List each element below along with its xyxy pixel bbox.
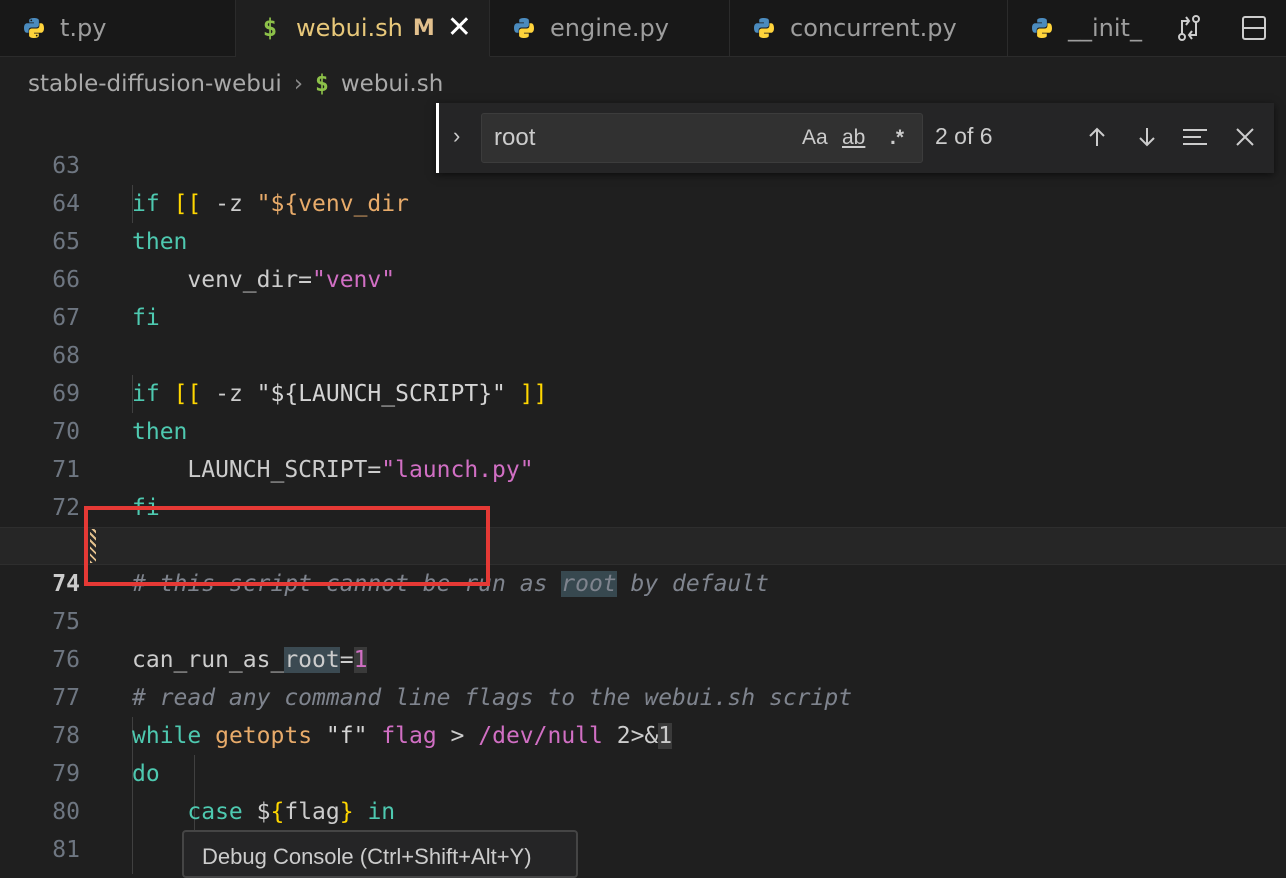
shell-dollar-icon: $ — [315, 71, 329, 97]
toggle-replace-chevron-icon[interactable]: › — [453, 123, 460, 149]
tab-label: webui.sh — [296, 14, 403, 42]
python-icon — [752, 16, 776, 40]
tab-concurrent-py[interactable]: concurrent.py — [730, 0, 1008, 56]
chevron-right-icon: › — [293, 71, 304, 97]
breadcrumb-file[interactable]: webui.sh — [341, 71, 443, 97]
regex-toggle[interactable]: .* — [890, 126, 904, 150]
tab-init-py[interactable]: __init_ — [1008, 0, 1168, 56]
split-editor-icon[interactable] — [1238, 12, 1270, 44]
editor-actions — [1156, 0, 1286, 56]
modified-indicator: M — [412, 15, 435, 41]
code-line: 70 LAUNCH_SCRIPT="launch.py" — [0, 375, 1286, 483]
highlight-annotation-box — [84, 506, 490, 586]
code-line: 72 — [0, 451, 1286, 521]
find-result-count: 2 of 6 — [935, 123, 993, 149]
breadcrumb-folder[interactable]: stable-diffusion-webui — [28, 71, 282, 97]
code-line: 65 venv_dir="venv" — [0, 185, 1286, 293]
tab-label: __init_ — [1068, 14, 1142, 42]
tab-bar: t.py $ webui.sh M ✕ engine.py concurrent… — [0, 0, 1286, 57]
tab-webui-sh[interactable]: $ webui.sh M ✕ — [236, 0, 490, 57]
code-line: 77 while getopts "f" flag > /dev/null 2>… — [0, 641, 1286, 749]
arrow-up-icon[interactable] — [1081, 121, 1113, 153]
find-input[interactable]: root Aa ab .* — [481, 113, 923, 163]
tooltip: Debug Console (Ctrl+Shift+Alt+Y) — [182, 830, 578, 878]
find-widget: › root Aa ab .* 2 of 6 — [436, 103, 1274, 173]
close-icon[interactable] — [1229, 121, 1261, 153]
code-line: 68 if [[ -z "${LAUNCH_SCRIPT}" ]] — [0, 299, 1286, 407]
python-icon — [1030, 16, 1054, 40]
tab-t-py[interactable]: t.py — [0, 0, 236, 56]
code-editor[interactable]: 63 if [[ -z "${venv_dir 64 then 65 venv_… — [0, 109, 1286, 874]
code-line: 79 case ${flag} in — [0, 717, 1286, 825]
python-icon — [512, 16, 536, 40]
python-icon — [22, 16, 46, 40]
arrow-down-icon[interactable] — [1131, 121, 1163, 153]
code-line: 67 — [0, 261, 1286, 331]
tab-engine-py[interactable]: engine.py — [490, 0, 730, 56]
match-case-toggle[interactable]: Aa — [802, 126, 828, 150]
find-in-selection-icon[interactable] — [1179, 121, 1211, 153]
shell-dollar-icon: $ — [262, 14, 278, 42]
code-line: 66 fi — [0, 223, 1286, 331]
line-number: 82 — [0, 869, 80, 874]
code-line: 81 *) break;; — [0, 793, 1286, 863]
tab-label: engine.py — [550, 14, 669, 42]
whole-word-toggle[interactable]: ab — [842, 126, 865, 150]
code-line: 69 then — [0, 337, 1286, 445]
code-line: 80 f) can_run_as_root=1;; — [0, 755, 1286, 863]
tab-label: t.py — [60, 14, 107, 42]
breadcrumb: stable-diffusion-webui › $ webui.sh — [28, 66, 443, 102]
code-line: 76 # read any command line flags to the … — [0, 603, 1286, 711]
code-line: 71 fi — [0, 413, 1286, 521]
find-input-value: root — [494, 124, 536, 151]
code-line: 78 do — [0, 679, 1286, 787]
tab-label: concurrent.py — [790, 14, 957, 42]
compare-changes-icon[interactable] — [1173, 12, 1205, 44]
close-icon[interactable]: ✕ — [447, 13, 472, 43]
